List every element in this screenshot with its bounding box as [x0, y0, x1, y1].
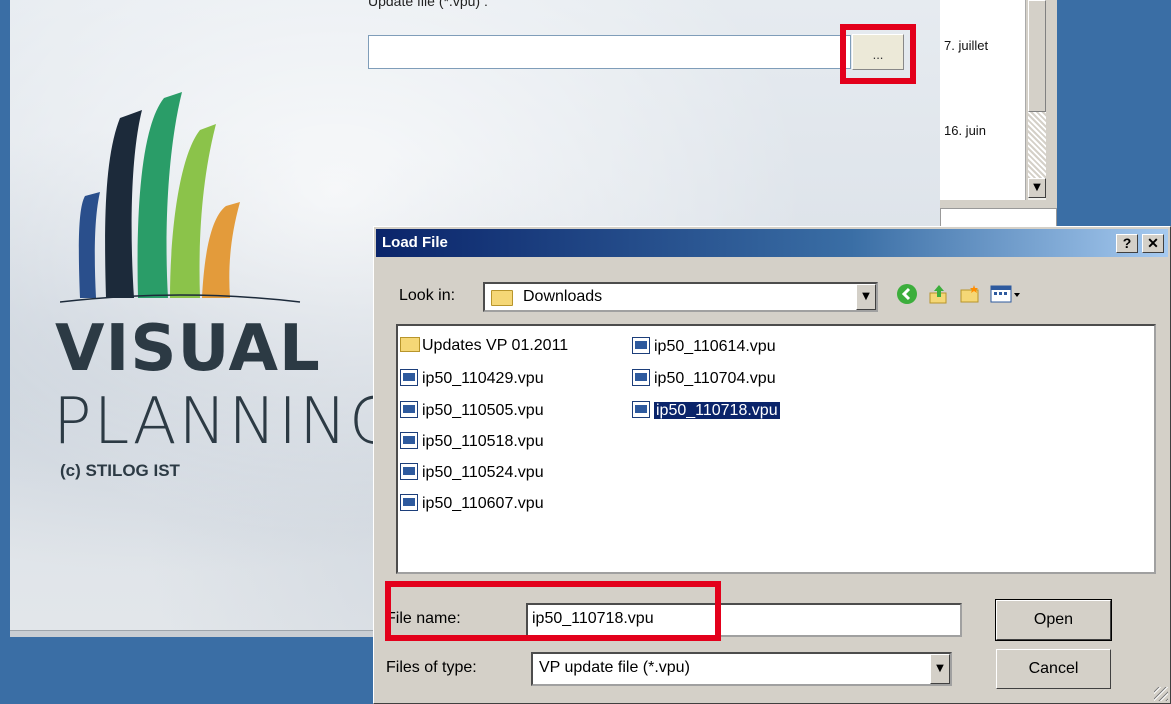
scrollbar-track[interactable] — [1028, 112, 1046, 178]
cancel-button[interactable]: Cancel — [996, 649, 1111, 689]
list-item[interactable]: ip50_110607.vpu — [400, 494, 544, 516]
file-type-dropdown[interactable]: VP update file (*.vpu) ▼ — [531, 652, 952, 686]
folder-icon — [400, 337, 420, 352]
dialog-titlebar[interactable]: Load File ? ✕ — [376, 229, 1168, 257]
highlight-box-file-name — [385, 581, 721, 641]
file-type-value: VP update file (*.vpu) — [539, 659, 690, 676]
file-icon — [400, 463, 418, 480]
file-type-label: Files of type: — [386, 659, 477, 676]
view-menu-icon[interactable] — [988, 283, 1024, 309]
open-button[interactable]: Open — [995, 599, 1112, 641]
list-item[interactable]: Updates VP 01.2011 — [400, 337, 568, 359]
close-button[interactable]: ✕ — [1142, 234, 1164, 253]
file-icon — [400, 432, 418, 449]
desktop-background-right — [1057, 0, 1171, 230]
list-item[interactable]: ip50_110429.vpu — [400, 369, 544, 391]
dialog-title: Load File — [382, 234, 448, 251]
back-icon[interactable] — [894, 283, 920, 309]
desktop-background-left — [0, 0, 10, 704]
visual-planning-logo-icon — [60, 92, 301, 303]
file-icon — [400, 401, 418, 418]
update-file-input[interactable] — [368, 35, 851, 69]
list-item-label: Updates VP 01.2011 — [422, 337, 569, 354]
up-folder-icon[interactable] — [926, 283, 952, 309]
brand-wordmark-visual: VISUAL — [55, 312, 321, 386]
look-in-dropdown[interactable]: Downloads ▼ — [483, 282, 878, 312]
file-icon — [632, 337, 650, 354]
list-item-label: ip50_110614.vpu — [654, 338, 776, 355]
copyright-text: (c) STILOG IST — [60, 461, 180, 480]
highlight-box-browse — [840, 24, 916, 84]
file-icon — [400, 369, 418, 386]
list-item[interactable]: ip50_110518.vpu — [400, 432, 544, 454]
list-item-selected[interactable]: ip50_110718.vpu — [632, 401, 781, 423]
scrollbar-thumb[interactable] — [1028, 0, 1046, 112]
file-icon — [632, 369, 650, 386]
look-in-label: Look in: — [399, 287, 456, 304]
splash-bottom-edge — [10, 630, 380, 637]
look-in-value: Downloads — [523, 288, 603, 305]
list-item-label: ip50_110607.vpu — [422, 495, 544, 512]
list-item[interactable]: 16. juin — [944, 123, 986, 138]
list-item[interactable]: ip50_110704.vpu — [632, 369, 776, 391]
side-list: 7. juillet 16. juin — [940, 0, 1026, 200]
list-item[interactable]: ip50_110614.vpu — [632, 337, 776, 359]
side-list-panel: 7. juillet 16. juin ▼ — [940, 0, 1057, 222]
list-item[interactable]: ip50_110524.vpu — [400, 463, 544, 485]
chevron-down-icon[interactable]: ▼ — [856, 284, 876, 310]
resize-grip-icon[interactable] — [1154, 687, 1168, 701]
desktop-background-bottom — [0, 636, 380, 704]
folder-icon — [491, 290, 513, 306]
list-item-label: ip50_110429.vpu — [422, 370, 544, 387]
list-item[interactable]: ip50_110505.vpu — [400, 401, 544, 423]
list-item-label: ip50_110718.vpu — [653, 401, 781, 420]
help-button[interactable]: ? — [1116, 234, 1138, 253]
scroll-down-arrow-icon[interactable]: ▼ — [1028, 178, 1046, 198]
file-icon — [632, 401, 650, 418]
list-item[interactable]: 7. juillet — [944, 38, 988, 53]
update-file-label: Update file (*.vpu) : — [368, 0, 488, 9]
list-item-label: ip50_110518.vpu — [422, 433, 544, 450]
list-item-label: ip50_110505.vpu — [422, 402, 544, 419]
file-list[interactable]: Updates VP 01.2011 ip50_110429.vpu ip50_… — [396, 324, 1156, 574]
vertical-scrollbar[interactable]: ▼ — [1028, 0, 1046, 200]
brand-wordmark-planning: PLANNING — [53, 385, 401, 459]
list-item-label: ip50_110524.vpu — [422, 464, 544, 481]
new-folder-icon[interactable] — [957, 283, 983, 309]
chevron-down-icon[interactable]: ▼ — [930, 654, 950, 684]
file-icon — [400, 494, 418, 511]
list-item-label: ip50_110704.vpu — [654, 370, 776, 387]
